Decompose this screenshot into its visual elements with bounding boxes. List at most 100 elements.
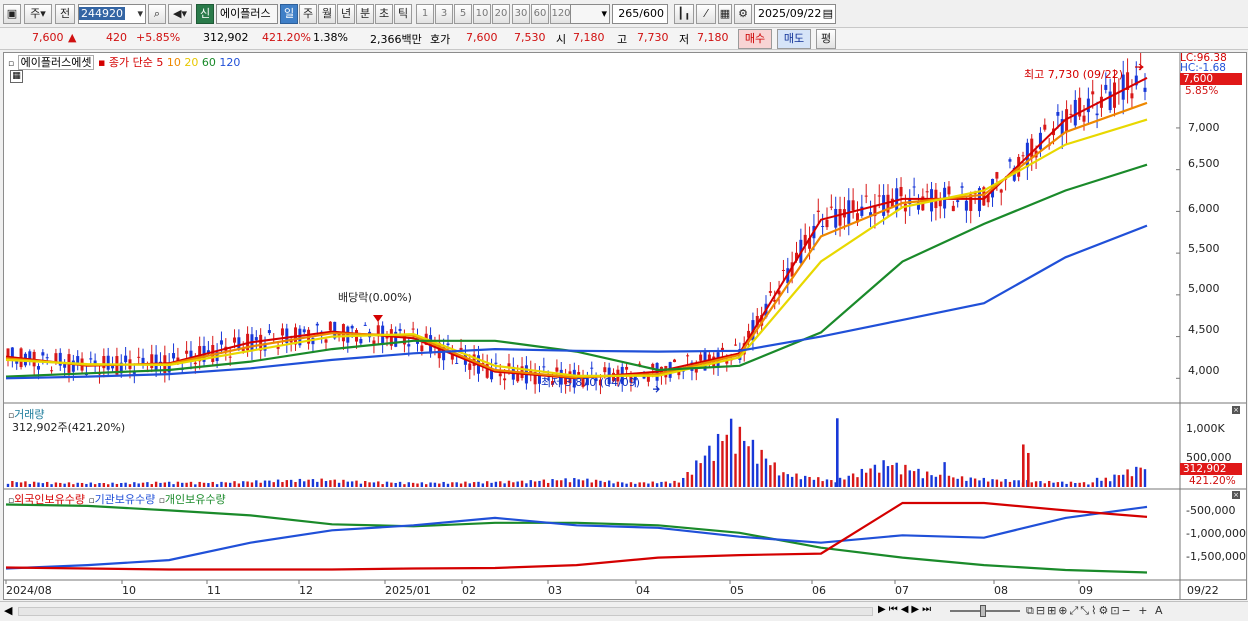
volume-bar — [538, 480, 541, 487]
period-tab-0[interactable]: 일 — [280, 4, 298, 24]
date-field[interactable]: 2025/09/22 ▤ — [754, 4, 836, 24]
sell-button[interactable]: 매도 — [777, 29, 811, 49]
volume-bar — [908, 470, 911, 487]
chart-canvas[interactable] — [4, 53, 1246, 599]
draw-tool-icon[interactable]: ⁄ — [696, 4, 716, 24]
volume-bar — [1000, 481, 1003, 487]
candle-body — [233, 337, 237, 343]
ma-legend-label[interactable]: 종가 단순 — [109, 56, 153, 69]
volume-bar — [163, 482, 167, 487]
interval-button-60[interactable]: 60 — [531, 4, 549, 24]
period-tab-3[interactable]: 년 — [337, 4, 355, 24]
candle-body — [254, 337, 258, 341]
period-tab-4[interactable]: 분 — [356, 4, 374, 24]
volume-bar — [233, 481, 236, 487]
candle-type-icon[interactable]: ┃╻ — [674, 4, 694, 24]
volume-bar — [512, 482, 515, 487]
volume-bar — [904, 464, 907, 487]
speaker-icon[interactable]: ◀▾ — [168, 4, 192, 24]
scroll-left-icon[interactable]: ◀ — [4, 604, 12, 617]
interval-custom-select[interactable]: ▾ — [570, 4, 610, 24]
ma-legend-60[interactable]: 60 — [202, 56, 216, 69]
individual-holdings-legend[interactable]: 개인보유수량 — [165, 493, 226, 506]
interval-button-30[interactable]: 30 — [512, 4, 530, 24]
candle-body — [1091, 91, 1095, 95]
grid-toggle-icon[interactable]: ▦ — [718, 4, 732, 24]
interval-button-10[interactable]: 10 — [473, 4, 491, 24]
window-icon[interactable]: ▣ — [3, 4, 21, 24]
chart-tools-icon[interactable]: ⧉⊟⊞⊕⤢⤡⌇⚙⊡− + A — [1026, 604, 1165, 618]
volume-bar — [560, 480, 563, 487]
time-scrollbar[interactable] — [18, 607, 873, 616]
table-view-icon[interactable]: ▦ — [10, 70, 23, 83]
stock-legend[interactable]: 에이플러스에셋 — [17, 55, 95, 70]
stock-name-field: 에이플러스 — [216, 4, 278, 24]
close-holdings-panel-icon[interactable]: × — [1232, 491, 1240, 499]
ma-legend-20[interactable]: 20 — [184, 56, 198, 69]
candle-body — [516, 374, 520, 382]
volume-bar — [381, 484, 384, 487]
holdings-ytick: -1,500,000 — [1186, 550, 1246, 563]
candle-body — [398, 328, 402, 331]
volume-bar — [847, 475, 850, 487]
ma-legend-10[interactable]: 10 — [167, 56, 181, 69]
institution-holdings-legend[interactable]: 기관보유수량 — [95, 493, 156, 506]
period-tab-1[interactable]: 주 — [299, 4, 317, 24]
candle-body — [555, 367, 559, 372]
candle-body — [734, 344, 738, 346]
volume-bar — [303, 481, 306, 487]
close-volume-panel-icon[interactable]: × — [1232, 406, 1240, 414]
data-count-field[interactable]: 265/600 — [612, 4, 668, 24]
volume-bar — [1034, 481, 1038, 487]
volume-bar — [507, 480, 511, 487]
candle-body — [1130, 93, 1134, 99]
volume-bar — [276, 479, 280, 487]
all-market-button[interactable]: 전 — [55, 4, 75, 24]
volume-bar — [668, 483, 672, 487]
volume-bar — [1004, 479, 1007, 487]
volume-bar — [289, 479, 293, 487]
volume-bar — [564, 478, 567, 487]
candle-body — [960, 186, 964, 188]
foreign-holdings-legend[interactable]: 외국인보유수량 — [14, 493, 85, 506]
volume-bar — [41, 483, 45, 487]
ma-legend-5[interactable]: 5 — [156, 56, 163, 69]
candle-body — [411, 328, 415, 330]
volume-bar — [72, 484, 75, 487]
period-tab-6[interactable]: 틱 — [394, 4, 412, 24]
candle-body — [1073, 99, 1077, 126]
chart-area[interactable]: ▫ 에이플러스에셋 ▪ 종가 단순 5 10 20 60 120 ▦ LC:96… — [3, 52, 1247, 600]
volume-bar — [551, 479, 554, 487]
buy-button[interactable]: 매수 — [738, 29, 772, 49]
chevron-down-icon[interactable]: ▾ — [601, 5, 607, 23]
period-tab-5[interactable]: 초 — [375, 4, 393, 24]
ma-legend-120[interactable]: 120 — [219, 56, 240, 69]
interval-button-20[interactable]: 20 — [492, 4, 510, 24]
search-icon[interactable]: ⌕ — [148, 4, 166, 24]
calendar-icon[interactable]: ▤ — [823, 5, 833, 23]
candle-body — [106, 355, 110, 370]
candle-body — [1086, 98, 1090, 113]
market-type-select[interactable]: 주▾ — [24, 4, 52, 24]
volume-bar — [1017, 480, 1020, 487]
xaxis-label: 12 — [299, 584, 313, 597]
interval-button-3[interactable]: 3 — [435, 4, 453, 24]
interval-button-120[interactable]: 120 — [550, 4, 572, 24]
volume-bar — [355, 480, 358, 487]
evaluate-button[interactable]: 평 — [816, 29, 836, 49]
volume-bar — [573, 478, 576, 487]
volume-bar — [673, 480, 676, 487]
candle-body — [1043, 124, 1047, 130]
interval-button-1[interactable]: 1 — [416, 4, 434, 24]
candle-body — [882, 195, 886, 216]
zoom-slider-handle[interactable] — [980, 605, 986, 617]
gear-icon[interactable]: ⚙ — [734, 4, 752, 24]
volume-bar — [590, 482, 593, 487]
volume-bar — [202, 482, 206, 487]
period-tab-2[interactable]: 월 — [318, 4, 336, 24]
interval-button-5[interactable]: 5 — [454, 4, 472, 24]
chevron-down-icon[interactable]: ▾ — [137, 5, 143, 23]
playback-controls-icon[interactable]: ▶⏮◀▶⏭ — [878, 604, 934, 615]
stock-code-input[interactable]: 244920 ▾ — [78, 4, 146, 24]
volume-bar — [211, 481, 214, 487]
